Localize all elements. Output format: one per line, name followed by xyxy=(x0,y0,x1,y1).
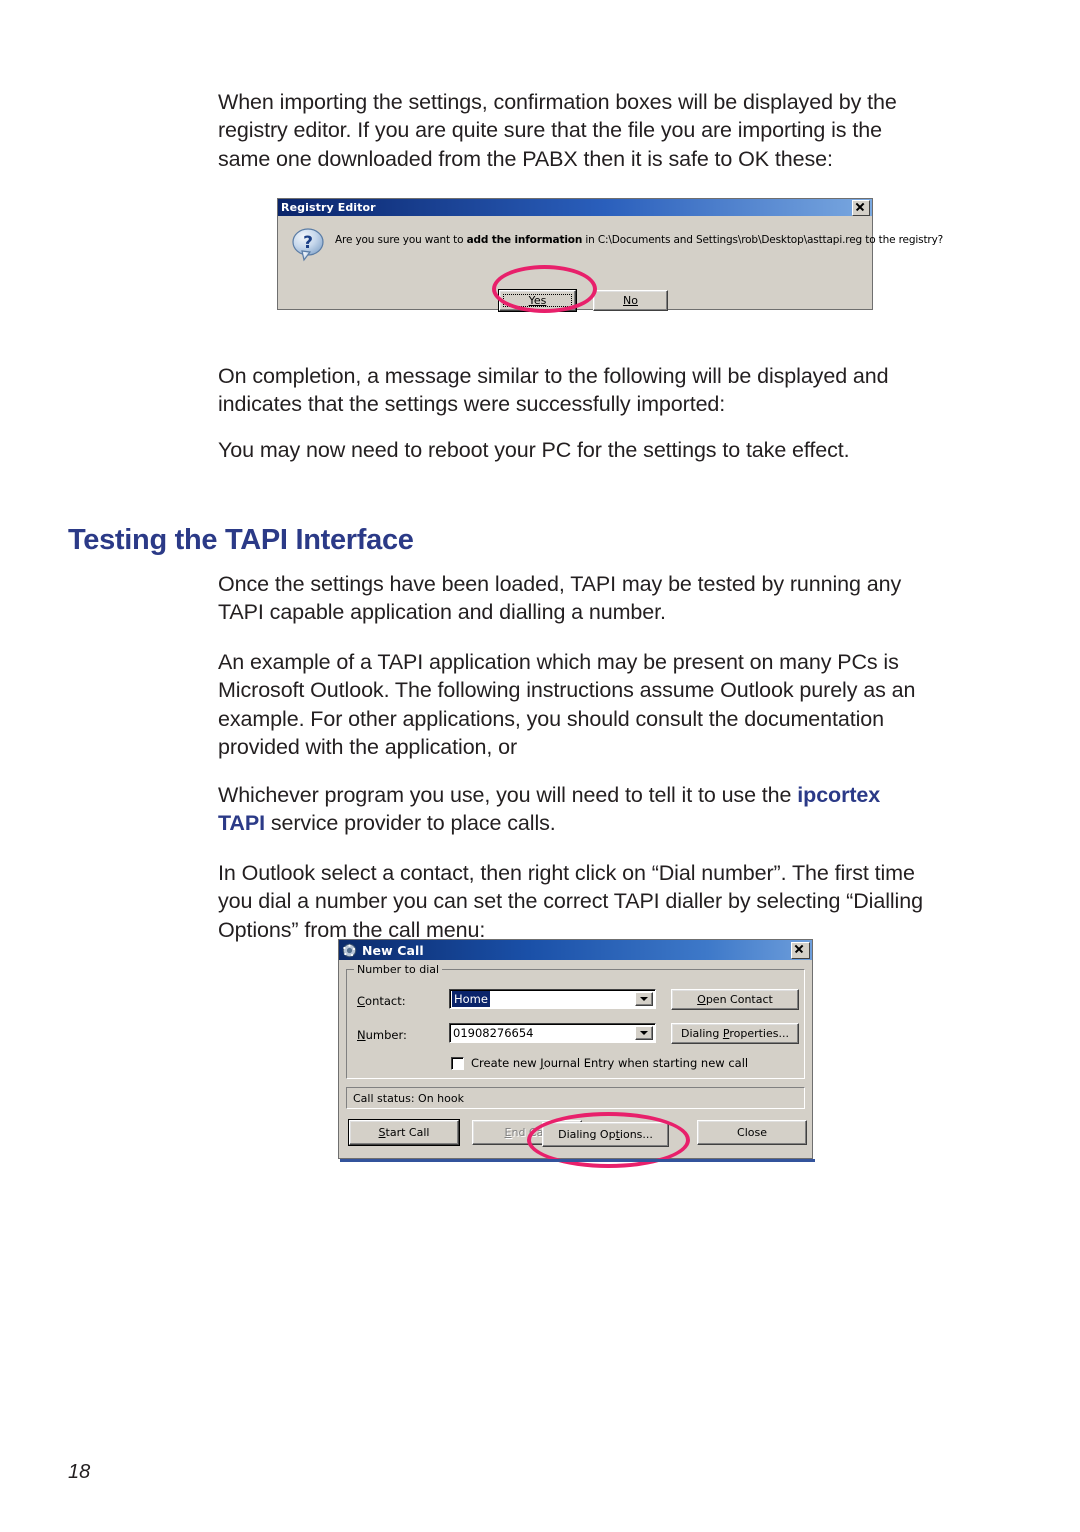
dialog-bottom-edge xyxy=(340,1159,815,1162)
journal-entry-checkbox-row[interactable]: Create new Journal Entry when starting n… xyxy=(451,1056,748,1070)
number-value: 01908276654 xyxy=(453,1026,534,1040)
paragraph-once-settings-loaded: Once the settings have been loaded, TAPI… xyxy=(218,571,902,625)
paragraph-importing-settings: When importing the settings, confirmatio… xyxy=(218,89,897,171)
call-status-bar: Call status: On hook xyxy=(346,1087,805,1109)
registry-dialog-message: Are you sure you want to add the informa… xyxy=(335,234,943,247)
close-button-label: Close xyxy=(737,1126,767,1139)
close-icon[interactable] xyxy=(852,199,870,216)
number-label-rest: umber: xyxy=(365,1028,407,1042)
document-page: When importing the settings, confirmatio… xyxy=(0,0,1080,1532)
yes-button[interactable]: Yes xyxy=(498,289,577,312)
paragraph-outlook-example: An example of a TAPI application which m… xyxy=(218,649,916,760)
start-call-button[interactable]: Start Call xyxy=(348,1119,460,1146)
text-before-brand: Whichever program you use, you will need… xyxy=(218,782,798,807)
question-bubble-icon: ? xyxy=(291,228,327,262)
page-number: 18 xyxy=(68,1461,91,1483)
page-title: Testing the TAPI Interface xyxy=(68,524,414,557)
dialing-properties-button[interactable]: Dialing Properties... xyxy=(671,1023,799,1044)
new-call-title: New Call xyxy=(362,942,424,958)
new-call-titlebar: New Call xyxy=(339,940,812,960)
paragraph-dial-number-instructions: In Outlook select a contact, then right … xyxy=(218,860,923,942)
message-part-b: add the information xyxy=(466,234,583,246)
number-label: Number: xyxy=(357,1028,407,1042)
contact-value: Home xyxy=(452,991,490,1007)
contact-label-rest: ontact: xyxy=(365,994,406,1008)
journal-entry-checkbox[interactable] xyxy=(451,1056,464,1070)
focus-ring xyxy=(503,294,572,307)
message-part-c: in C:\Documents and Settings\rob\Desktop… xyxy=(582,234,944,246)
open-contact-button[interactable]: Open Contact xyxy=(671,989,799,1010)
no-button[interactable]: No xyxy=(593,290,668,311)
call-status-text: Call status: On hook xyxy=(353,1091,464,1105)
journal-entry-label: Create new Journal Entry when starting n… xyxy=(471,1056,749,1070)
close-icon[interactable] xyxy=(791,941,810,959)
paragraph-service-provider: Whichever program you use, you will need… xyxy=(218,781,930,838)
no-button-label: No xyxy=(623,294,638,307)
close-button[interactable]: Close xyxy=(697,1120,807,1145)
start-call-label: Start Call xyxy=(378,1126,430,1139)
dialing-properties-label: Dialing Properties... xyxy=(681,1027,789,1040)
open-contact-label: Open Contact xyxy=(697,993,773,1006)
number-combobox[interactable]: 01908276654 xyxy=(449,1023,656,1043)
number-to-dial-group-label: Number to dial xyxy=(354,963,443,976)
paragraph-reboot-pc: You may now need to reboot your PC for t… xyxy=(218,437,850,462)
registry-editor-dialog: Registry Editor ? Are you sure you want … xyxy=(277,198,943,312)
chevron-down-icon[interactable] xyxy=(635,1026,653,1040)
text-after-brand: service provider to place calls. xyxy=(264,811,556,835)
registry-dialog-body: ? Are you sure you want to add the infor… xyxy=(278,216,943,312)
paragraph-on-completion: On completion, a message similar to the … xyxy=(218,363,889,417)
message-part-a: Are you sure you want to xyxy=(335,234,467,246)
dialing-options-label: Dialing Options... xyxy=(558,1128,653,1141)
registry-dialog-titlebar: Registry Editor xyxy=(278,199,872,216)
chevron-down-icon[interactable] xyxy=(635,992,653,1006)
svg-text:?: ? xyxy=(303,233,313,253)
registry-dialog-title: Registry Editor xyxy=(281,201,376,214)
contact-label: Contact: xyxy=(357,994,406,1008)
dialing-options-button[interactable]: Dialing Options... xyxy=(542,1122,669,1147)
phone-dial-icon xyxy=(342,943,357,958)
contact-combobox[interactable]: Home xyxy=(449,989,656,1009)
